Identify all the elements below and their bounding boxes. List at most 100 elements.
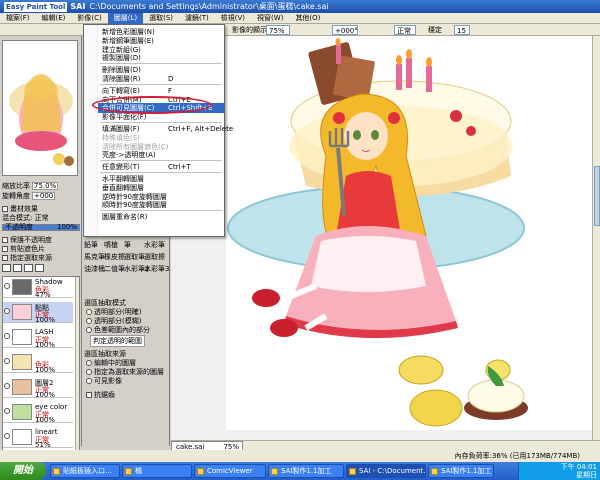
tool-button[interactable]: 鉛筆 (84, 240, 98, 250)
menu-item[interactable]: 圖層(L) (107, 13, 144, 24)
check-label: 保護不透明度 (10, 236, 52, 244)
eye-icon[interactable] (4, 433, 10, 439)
layer-opacity: 100% (35, 391, 56, 399)
opacity-label: 不透明度 (5, 223, 33, 231)
tool-button[interactable]: 水彩筆 (144, 240, 165, 250)
eye-icon[interactable] (4, 283, 10, 289)
tool-button[interactable]: 選取筆 (124, 252, 145, 262)
new-pen-layer-icon[interactable] (13, 264, 22, 272)
eye-icon[interactable] (4, 358, 10, 364)
layer-thumbnail (12, 329, 32, 345)
menu-item[interactable]: 濾鏡(T) (179, 13, 215, 24)
checkbox[interactable] (86, 392, 92, 398)
taskbar-item[interactable]: SAI製作1.1加工 (268, 464, 344, 478)
navigator-thumbnail (3, 41, 77, 175)
layer-menu-item[interactable]: 清除圖層(R) D (84, 74, 224, 84)
opacity-value: 100% (56, 223, 77, 231)
start-button[interactable]: 開始 (0, 462, 46, 480)
new-layer-icon[interactable] (2, 264, 11, 272)
menu-item[interactable]: 視窗(W) (251, 13, 289, 24)
menu-item[interactable]: 檔案(F) (0, 13, 36, 24)
checkbox[interactable] (2, 246, 8, 252)
tool-button[interactable]: 油漆桶 (84, 264, 105, 274)
layer-row[interactable]: eye color 正常 100% (3, 402, 73, 424)
antialias-option[interactable]: 抗鋸齒 (86, 390, 115, 400)
layer-thumbnail (12, 404, 32, 420)
eye-icon[interactable] (4, 408, 10, 414)
tool-button[interactable]: 馬克筆 (84, 252, 105, 262)
layer-row[interactable]: 色彩 100% (3, 352, 73, 374)
tool-button[interactable]: 二值筆 (104, 264, 125, 274)
angle-value[interactable]: +000 (32, 192, 56, 200)
stabilizer-select[interactable]: 15 (454, 25, 470, 35)
tool-button[interactable]: 噴槍 (104, 240, 118, 250)
taskbar-item[interactable]: ComicViewer (194, 464, 266, 478)
eye-icon[interactable] (4, 383, 10, 389)
file-path: C:\Documents and Settings\Administrator\… (89, 2, 329, 11)
menu-item[interactable]: 選取(S) (143, 13, 179, 24)
layer-row[interactable]: 圖層2 正常 100% (3, 377, 73, 399)
radio[interactable] (86, 318, 92, 324)
trash-icon[interactable] (35, 264, 44, 272)
menu-item[interactable]: 其他(O) (289, 13, 326, 24)
color-diff-input[interactable]: 判定透明的範圍 (90, 335, 145, 347)
taskbar-item[interactable]: SAI製作1.1加工 (428, 464, 494, 478)
menu-item-label: 刪除圖層(D) (102, 66, 141, 75)
layer-row[interactable]: 點點 正常 100% (3, 302, 73, 324)
document-bar: cake.sai 75% (171, 440, 600, 451)
layer-menu-item[interactable]: 順時針90度旋轉圖層 (84, 200, 224, 210)
radio[interactable] (86, 378, 92, 384)
menu-item-label: 建立新組(G) (102, 45, 141, 54)
tool-button[interactable]: 橡皮擦 (104, 252, 125, 262)
check-protect-opacity[interactable]: 保護不透明度 (2, 236, 80, 244)
opacity-slider[interactable]: 不透明度 100% (2, 224, 80, 231)
vertical-scrollbar[interactable] (592, 36, 600, 440)
eye-icon[interactable] (4, 333, 10, 339)
blend-value[interactable]: 正常 (35, 214, 49, 222)
layer-menu-item[interactable]: 任意變形(T) Ctrl+T (84, 162, 224, 172)
menu-item[interactable]: 檢視(V) (215, 13, 251, 24)
layer-row[interactable]: Shadow 色彩 47% (3, 277, 73, 299)
clock-time: 下午 04:01 (560, 463, 597, 471)
layer-menu-item[interactable]: 圖層重命名(R) (84, 212, 224, 222)
menu-item[interactable]: 編輯(E) (36, 13, 72, 24)
paper-texture-row[interactable]: 畫材效果 (2, 205, 80, 213)
title-bar: Easy Paint Tool SAI C:\Documents and Setti… (0, 0, 600, 13)
layer-row[interactable]: LASH 正常 100% (3, 327, 73, 349)
angle-select[interactable]: +000° (332, 25, 358, 35)
menu-separator (100, 172, 222, 173)
select-mode-option[interactable]: 色差範圍內的部分 (86, 325, 150, 335)
tool-button[interactable]: 水彩筆3 (144, 264, 169, 274)
taskbar-item[interactable]: 貼紙板插入口... (50, 464, 120, 478)
layer-menu-item[interactable]: 亮度->透明度(A) (84, 150, 224, 160)
tool-button[interactable]: 筆 (124, 240, 131, 250)
canvas[interactable] (226, 36, 592, 430)
blend-mode-select[interactable]: 正常 (394, 25, 416, 35)
checkbox[interactable] (2, 237, 8, 243)
zoom-value[interactable]: 75.0% (32, 182, 59, 190)
radio[interactable] (86, 327, 92, 333)
taskbar-item[interactable]: 橘 (122, 464, 192, 478)
navigator-preview[interactable] (2, 40, 78, 176)
source-option[interactable]: 可見影像 (86, 376, 122, 386)
memory-status: 內存負荷率:36% (已用173MB/774MB) (454, 452, 580, 460)
check-clipping[interactable]: 剪貼遮色片 (2, 245, 80, 253)
radio[interactable] (86, 360, 92, 366)
taskbar-item[interactable]: SAI - C:\Document... (346, 464, 426, 478)
radio[interactable] (86, 309, 92, 315)
menu-item[interactable]: 影像(C) (71, 13, 107, 24)
new-folder-icon[interactable] (24, 264, 33, 272)
check-selection-source[interactable]: 指定選取來源 (2, 254, 80, 262)
tool-button[interactable]: 選取擦 (144, 252, 165, 262)
checkbox[interactable] (2, 255, 8, 261)
zoom-select[interactable]: 75% (266, 25, 290, 35)
layer-row[interactable]: lineart 正常 51% (3, 427, 73, 449)
radio[interactable] (86, 369, 92, 375)
option-label: 編輯中的圖層 (94, 359, 136, 367)
scroll-thumb[interactable] (594, 166, 600, 226)
layer-menu-item[interactable]: 複製圖層(D) (84, 53, 224, 63)
status-bar: 內存負荷率:36% (已用173MB/774MB) (0, 450, 600, 462)
eye-icon[interactable] (4, 308, 10, 314)
clock[interactable]: 下午 04:01 星期日 (561, 463, 597, 479)
menu-bar: 檔案(F) 編輯(E) 影像(C) 圖層(L) 選取(S) 濾鏡(T) 檢視(V) 視窗(W)… (0, 13, 600, 24)
